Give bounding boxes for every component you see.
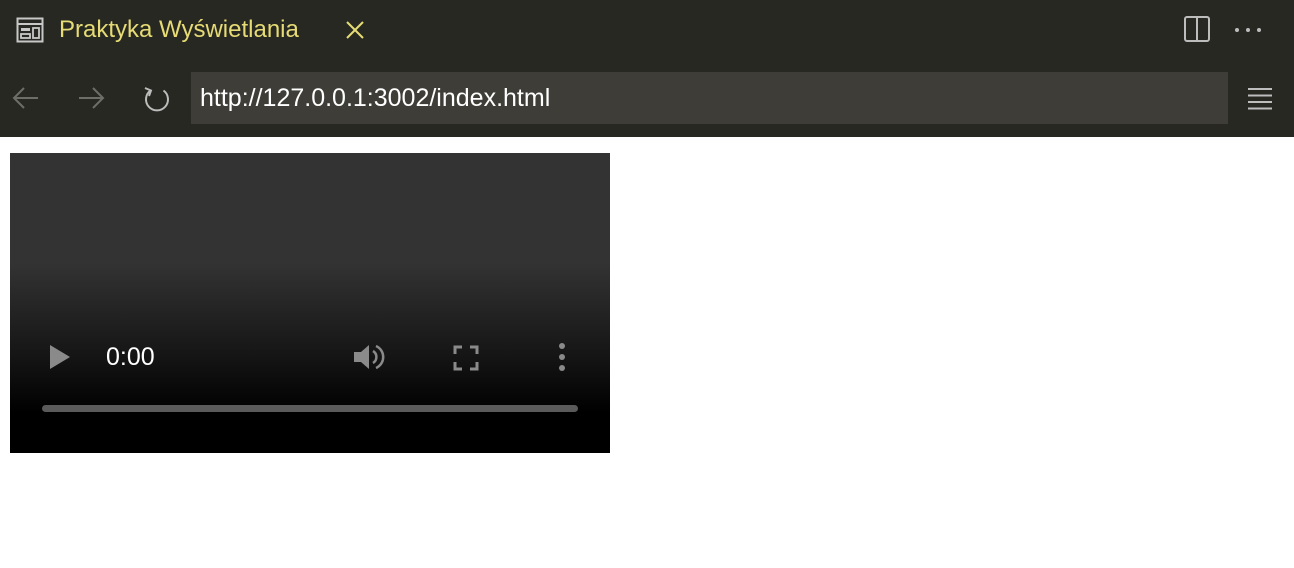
arrow-right-icon[interactable]: [75, 82, 107, 114]
tab-title: Praktyka Wyświetlania: [59, 16, 299, 43]
more-vertical-icon[interactable]: [554, 342, 570, 372]
progress-bar[interactable]: [42, 405, 578, 412]
ellipsis-icon[interactable]: [1233, 18, 1263, 42]
volume-icon[interactable]: [351, 341, 387, 373]
arrow-left-icon[interactable]: [10, 82, 42, 114]
split-editor-icon[interactable]: [1183, 15, 1211, 43]
browser-window: Praktyka Wyświetlania http://127.0.0.1:3…: [0, 0, 1294, 568]
fullscreen-icon[interactable]: [452, 344, 480, 372]
current-time: 0:00: [106, 343, 155, 371]
tab-bar: Praktyka Wyświetlania: [0, 0, 1294, 64]
navigation-bar: http://127.0.0.1:3002/index.html: [0, 62, 1294, 137]
play-icon[interactable]: [48, 343, 72, 371]
reload-icon[interactable]: [141, 82, 173, 114]
video-player[interactable]: 0:00: [10, 153, 610, 453]
tab-praktyka[interactable]: Praktyka Wyświetlania: [0, 0, 384, 64]
close-icon[interactable]: [342, 17, 368, 43]
hamburger-menu-icon[interactable]: [1246, 85, 1274, 113]
preview-icon: [16, 17, 44, 43]
url-input[interactable]: http://127.0.0.1:3002/index.html: [191, 72, 1228, 124]
page-content: 0:00: [0, 137, 1294, 568]
